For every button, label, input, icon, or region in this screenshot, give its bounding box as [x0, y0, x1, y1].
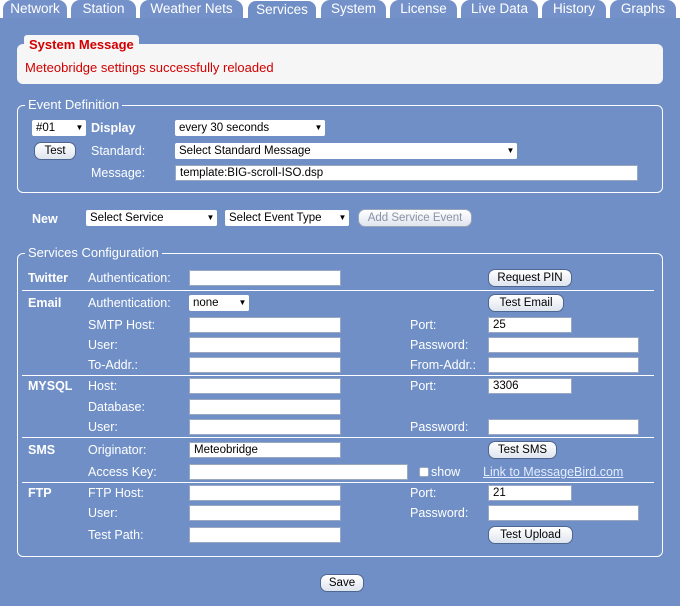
new-label: New	[32, 212, 58, 226]
twitter-section-label: Twitter	[28, 271, 69, 285]
test-upload-button[interactable]: Test Upload	[488, 526, 573, 544]
request-pin-button[interactable]: Request PIN	[488, 269, 572, 287]
mysql-user-label: User:	[88, 420, 118, 434]
email-auth-label: Authentication:	[88, 296, 171, 310]
twitter-auth-input[interactable]	[189, 270, 341, 286]
ftp-port-label: Port:	[410, 486, 437, 500]
to-addr-input[interactable]	[189, 357, 341, 373]
standard-message-select[interactable]: Select Standard Message ▼	[175, 143, 517, 159]
smtp-host-label: SMTP Host:	[88, 318, 156, 332]
from-addr-input[interactable]	[488, 357, 639, 373]
mysql-port-label: Port:	[410, 379, 437, 393]
tab-graphs[interactable]: Graphs	[610, 0, 676, 18]
tab-live-data[interactable]: Live Data	[461, 0, 538, 18]
mysql-password-label: Password:	[410, 420, 469, 434]
display-value: every 30 seconds	[179, 122, 270, 134]
services-configuration-legend: Services Configuration	[25, 246, 162, 260]
test-sms-button[interactable]: Test SMS	[488, 441, 557, 459]
section-divider	[22, 437, 654, 438]
chevron-down-icon: ▼	[312, 120, 325, 136]
ftp-password-input[interactable]	[488, 505, 639, 521]
chevron-down-icon: ▼	[204, 210, 217, 226]
system-message-title: System Message	[24, 35, 139, 54]
email-auth-select[interactable]: none ▼	[189, 295, 249, 311]
tab-history[interactable]: History	[542, 0, 606, 18]
save-button[interactable]: Save	[320, 574, 364, 592]
twitter-auth-label: Authentication:	[88, 271, 171, 285]
message-label: Message:	[91, 166, 146, 180]
tab-weather-nets[interactable]: Weather Nets	[140, 0, 243, 18]
event-number-select[interactable]: #01 ▼	[32, 120, 86, 136]
email-port-label: Port:	[410, 318, 437, 332]
mysql-user-input[interactable]	[189, 419, 341, 435]
mysql-host-label: Host:	[88, 379, 118, 393]
originator-label: Originator:	[88, 443, 147, 457]
test-path-input[interactable]	[189, 527, 341, 543]
event-definition-legend: Event Definition	[25, 98, 123, 112]
standard-label: Standard:	[91, 144, 146, 158]
smtp-host-input[interactable]	[189, 317, 341, 333]
display-select[interactable]: every 30 seconds ▼	[175, 120, 325, 136]
display-label: Display	[91, 121, 136, 135]
email-user-input[interactable]	[189, 337, 341, 353]
section-divider	[22, 482, 654, 483]
service-select[interactable]: Select Service ▼	[86, 210, 217, 226]
show-key-checkbox[interactable]	[419, 467, 429, 477]
tab-network[interactable]: Network	[3, 0, 67, 18]
chevron-down-icon: ▼	[336, 210, 349, 226]
tab-bar: Network Station Weather Nets Services Sy…	[0, 0, 680, 18]
event-number-value: #01	[36, 122, 56, 134]
test-email-button[interactable]: Test Email	[488, 294, 564, 312]
event-type-select[interactable]: Select Event Type ▼	[225, 210, 349, 226]
access-key-label: Access Key:	[88, 465, 157, 479]
to-addr-label: To-Addr.:	[88, 358, 139, 372]
ftp-password-label: Password:	[410, 506, 469, 520]
mysql-host-input[interactable]	[189, 378, 341, 394]
section-divider	[22, 290, 654, 291]
sms-section-label: SMS	[28, 443, 56, 457]
message-input[interactable]: template:BIG-scroll-ISO.dsp	[175, 165, 638, 181]
email-password-input[interactable]	[488, 337, 639, 353]
test-button[interactable]: Test	[34, 142, 76, 160]
chevron-down-icon: ▼	[236, 295, 249, 311]
standard-message-value: Select Standard Message	[179, 145, 311, 157]
test-path-label: Test Path:	[88, 528, 144, 542]
chevron-down-icon: ▼	[504, 143, 517, 159]
ftp-section-label: FTP	[28, 486, 52, 500]
ftp-host-input[interactable]	[189, 485, 341, 501]
tab-license[interactable]: License	[390, 0, 457, 18]
ftp-user-label: User:	[88, 506, 118, 520]
tab-station[interactable]: Station	[71, 0, 136, 18]
tab-services[interactable]: Services	[247, 0, 317, 18]
ftp-host-label: FTP Host:	[88, 486, 145, 500]
show-key-label: show	[431, 465, 461, 479]
mysql-port-input[interactable]: 3306	[488, 378, 572, 394]
mysql-section-label: MYSQL	[28, 379, 73, 393]
email-section-label: Email	[28, 296, 62, 310]
mysql-password-input[interactable]	[488, 419, 639, 435]
ftp-port-input[interactable]: 21	[488, 485, 572, 501]
add-service-event-button[interactable]: Add Service Event	[358, 209, 472, 227]
mysql-database-input[interactable]	[189, 399, 341, 415]
service-value: Select Service	[90, 212, 164, 224]
messagebird-link[interactable]: Link to MessageBird.com	[483, 464, 623, 480]
event-type-value: Select Event Type	[229, 212, 322, 224]
email-password-label: Password:	[410, 338, 469, 352]
section-divider	[22, 375, 654, 376]
email-user-label: User:	[88, 338, 118, 352]
tab-system[interactable]: System	[321, 0, 386, 18]
originator-input[interactable]: Meteobridge	[189, 442, 341, 458]
email-port-input[interactable]: 25	[488, 317, 572, 333]
system-message-text: Meteobridge settings successfully reload…	[25, 60, 274, 75]
ftp-user-input[interactable]	[189, 505, 341, 521]
mysql-database-label: Database:	[88, 400, 145, 414]
from-addr-label: From-Addr.:	[410, 358, 476, 372]
access-key-input[interactable]	[189, 464, 408, 480]
chevron-down-icon: ▼	[73, 120, 86, 136]
email-auth-value: none	[193, 297, 219, 309]
